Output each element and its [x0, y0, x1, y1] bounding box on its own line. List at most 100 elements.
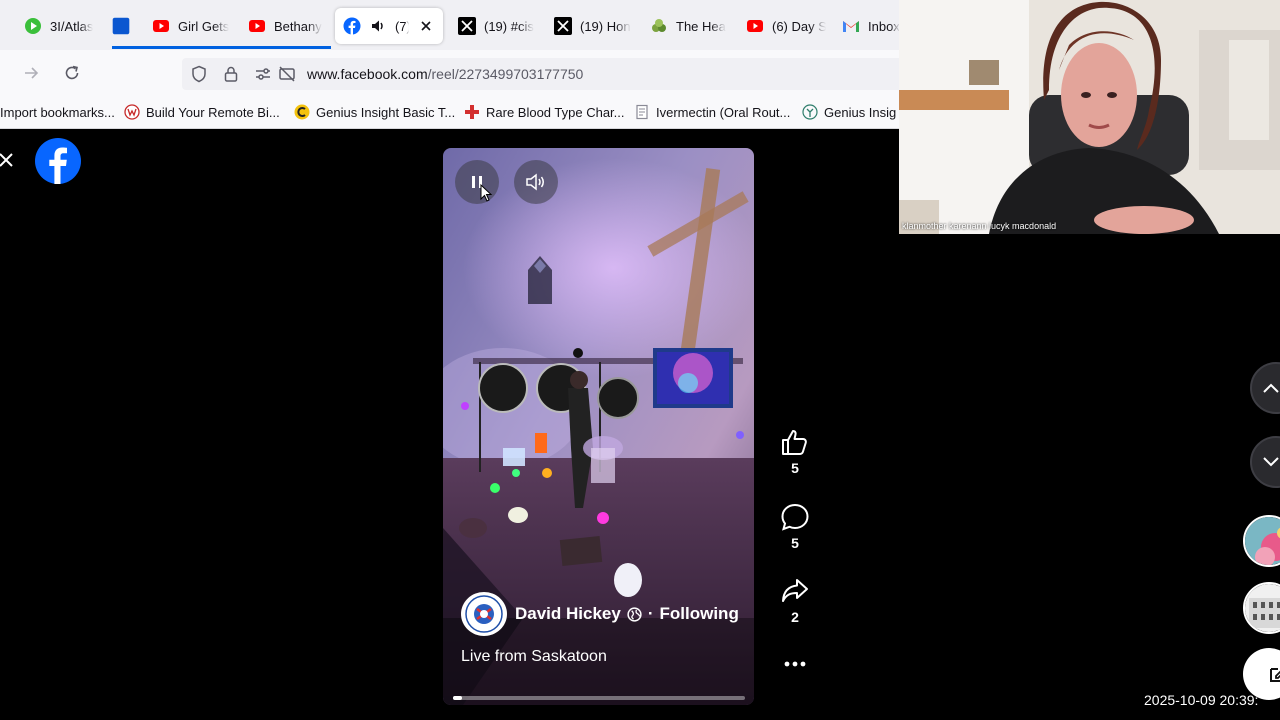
next-reel-button[interactable]	[1250, 436, 1280, 488]
progress-bar[interactable]	[453, 696, 745, 700]
bookmark-label: Rare Blood Type Char...	[486, 104, 625, 120]
close-tab-icon[interactable]	[417, 17, 435, 35]
volume-button[interactable]	[514, 160, 558, 204]
globe-icon	[627, 606, 642, 622]
comment-action[interactable]: 5	[775, 503, 815, 551]
tab-the-hea[interactable]: The Hea	[650, 8, 730, 44]
tab-label: 3I/Atlas	[50, 18, 94, 34]
tab-x-hon[interactable]: (19) Hon	[554, 8, 634, 44]
browser-nav-bar: www.facebook.com/reel/2273499703177750	[0, 50, 900, 96]
more-options-button[interactable]	[775, 656, 815, 672]
edit-pencil-icon	[1270, 668, 1280, 682]
tab-bethany[interactable]: Bethany	[248, 8, 328, 44]
facebook-icon	[343, 17, 361, 35]
volume-icon	[526, 173, 544, 191]
webcam-video-image	[899, 0, 1280, 234]
tab-label: (19) #cis	[484, 18, 534, 34]
bookmark-label: Build Your Remote Bi...	[146, 104, 280, 120]
forward-arrow-icon	[25, 67, 39, 79]
bookmarks-bar: Import bookmarks... Build Your Remote Bi…	[0, 96, 900, 129]
reel-video[interactable]: David Hickey · Following Live from Saska…	[443, 148, 754, 705]
tab-indicator	[112, 46, 331, 49]
progress-fill	[453, 696, 462, 700]
mouse-cursor-icon	[480, 183, 493, 202]
like-count: 5	[791, 460, 799, 476]
comment-icon	[781, 503, 809, 531]
gmail-icon	[842, 17, 860, 35]
tab-blue[interactable]	[112, 8, 138, 44]
tab-x-cis[interactable]: (19) #cis	[458, 8, 538, 44]
screen-timestamp: 2025-10-09 20:39:	[1144, 692, 1259, 708]
bookmark-label: Ivermectin (Oral Rout...	[656, 104, 791, 120]
url-text[interactable]: www.facebook.com/reel/2273499703177750	[307, 66, 583, 82]
youtube-icon	[152, 17, 170, 35]
building-photo-image	[1245, 584, 1280, 632]
bookmark-build-remote[interactable]: Build Your Remote Bi...	[124, 102, 280, 122]
tab-inbox[interactable]: Inbox	[842, 8, 900, 44]
url-path: /reel/2273499703177750	[427, 66, 584, 82]
flowers-photo-image	[1245, 517, 1280, 565]
screen: 3I/Atlas Girl Gets Bethany (7 (19) #cis …	[0, 0, 1280, 720]
blue-square-icon	[112, 17, 130, 35]
reload-button[interactable]	[59, 60, 85, 86]
previous-reel-button[interactable]	[1250, 362, 1280, 414]
tab-day-s[interactable]: (6) Day S	[746, 8, 826, 44]
document-icon	[634, 104, 650, 120]
reel-author: David Hickey · Following	[461, 592, 739, 636]
leaf-icon	[650, 17, 668, 35]
rumble-play-icon	[24, 17, 42, 35]
bookmark-ivermectin[interactable]: Ivermectin (Oral Rout...	[634, 102, 790, 122]
bookmark-label: Genius Insig	[824, 104, 897, 120]
story-thumbnail-1[interactable]	[1243, 515, 1280, 567]
author-avatar[interactable]	[461, 592, 507, 636]
bookmark-import[interactable]: Import bookmarks...	[0, 102, 115, 122]
tab-label: (6) Day S	[772, 18, 826, 34]
peace-emblem-icon	[465, 595, 503, 633]
genius-icon	[294, 104, 310, 120]
bookmark-genius-insight[interactable]: Genius Insig	[802, 102, 896, 122]
author-name[interactable]: David Hickey	[515, 604, 621, 624]
webcam-name-label: klanmother karenann lucyk macdonald	[902, 221, 1057, 231]
browser-tab-bar: 3I/Atlas Girl Gets Bethany (7 (19) #cis …	[0, 0, 900, 50]
lock-icon[interactable]	[222, 65, 240, 83]
thumbs-up-icon	[782, 430, 807, 455]
story-thumbnail-2[interactable]	[1243, 582, 1280, 634]
chevron-up-icon	[1263, 383, 1279, 393]
facebook-logo-icon	[35, 138, 81, 184]
separator-dot: ·	[647, 604, 654, 623]
shield-icon[interactable]	[190, 65, 208, 83]
bookmark-label: Import bookmarks...	[0, 104, 115, 120]
w-circle-icon	[124, 104, 140, 120]
url-bar[interactable]: www.facebook.com/reel/2273499703177750	[182, 58, 900, 90]
speaker-icon[interactable]	[369, 17, 387, 35]
share-action[interactable]: 2	[775, 577, 815, 625]
tab-label: (7) F	[395, 18, 409, 34]
following-button[interactable]: Following	[660, 604, 739, 624]
comment-count: 5	[791, 535, 799, 551]
bookmark-genius-basic[interactable]: Genius Insight Basic T...	[294, 102, 455, 122]
tab-label: The Hea	[676, 18, 726, 34]
like-action[interactable]: 5	[775, 428, 815, 476]
tab-label: (19) Hon	[580, 18, 631, 34]
chevron-down-icon	[1263, 457, 1279, 467]
red-cross-icon	[464, 104, 480, 120]
tab-label: Inbox	[868, 18, 900, 34]
permissions-icon[interactable]	[254, 65, 272, 83]
facebook-logo[interactable]	[35, 138, 81, 184]
tab-girl-gets[interactable]: Girl Gets	[152, 8, 232, 44]
reel-caption: Live from Saskatoon	[461, 648, 607, 665]
close-reel-button[interactable]	[0, 150, 17, 172]
reload-icon	[65, 65, 79, 80]
tab-3i-atlas[interactable]: 3I/Atlas	[24, 8, 106, 44]
youtube-icon	[746, 17, 764, 35]
tab-label: Girl Gets	[178, 18, 230, 34]
url-domain: www.facebook.com	[307, 66, 428, 82]
bookmark-label: Genius Insight Basic T...	[316, 104, 456, 120]
x-logo-icon	[458, 17, 476, 35]
autoplay-blocked-icon[interactable]	[278, 65, 296, 83]
genius-tree-icon	[802, 104, 818, 120]
bookmark-rare-blood[interactable]: Rare Blood Type Char...	[464, 102, 625, 122]
forward-button[interactable]	[18, 60, 44, 86]
tab-label: Bethany	[274, 18, 322, 34]
tab-facebook-active[interactable]: (7) F	[335, 8, 443, 44]
